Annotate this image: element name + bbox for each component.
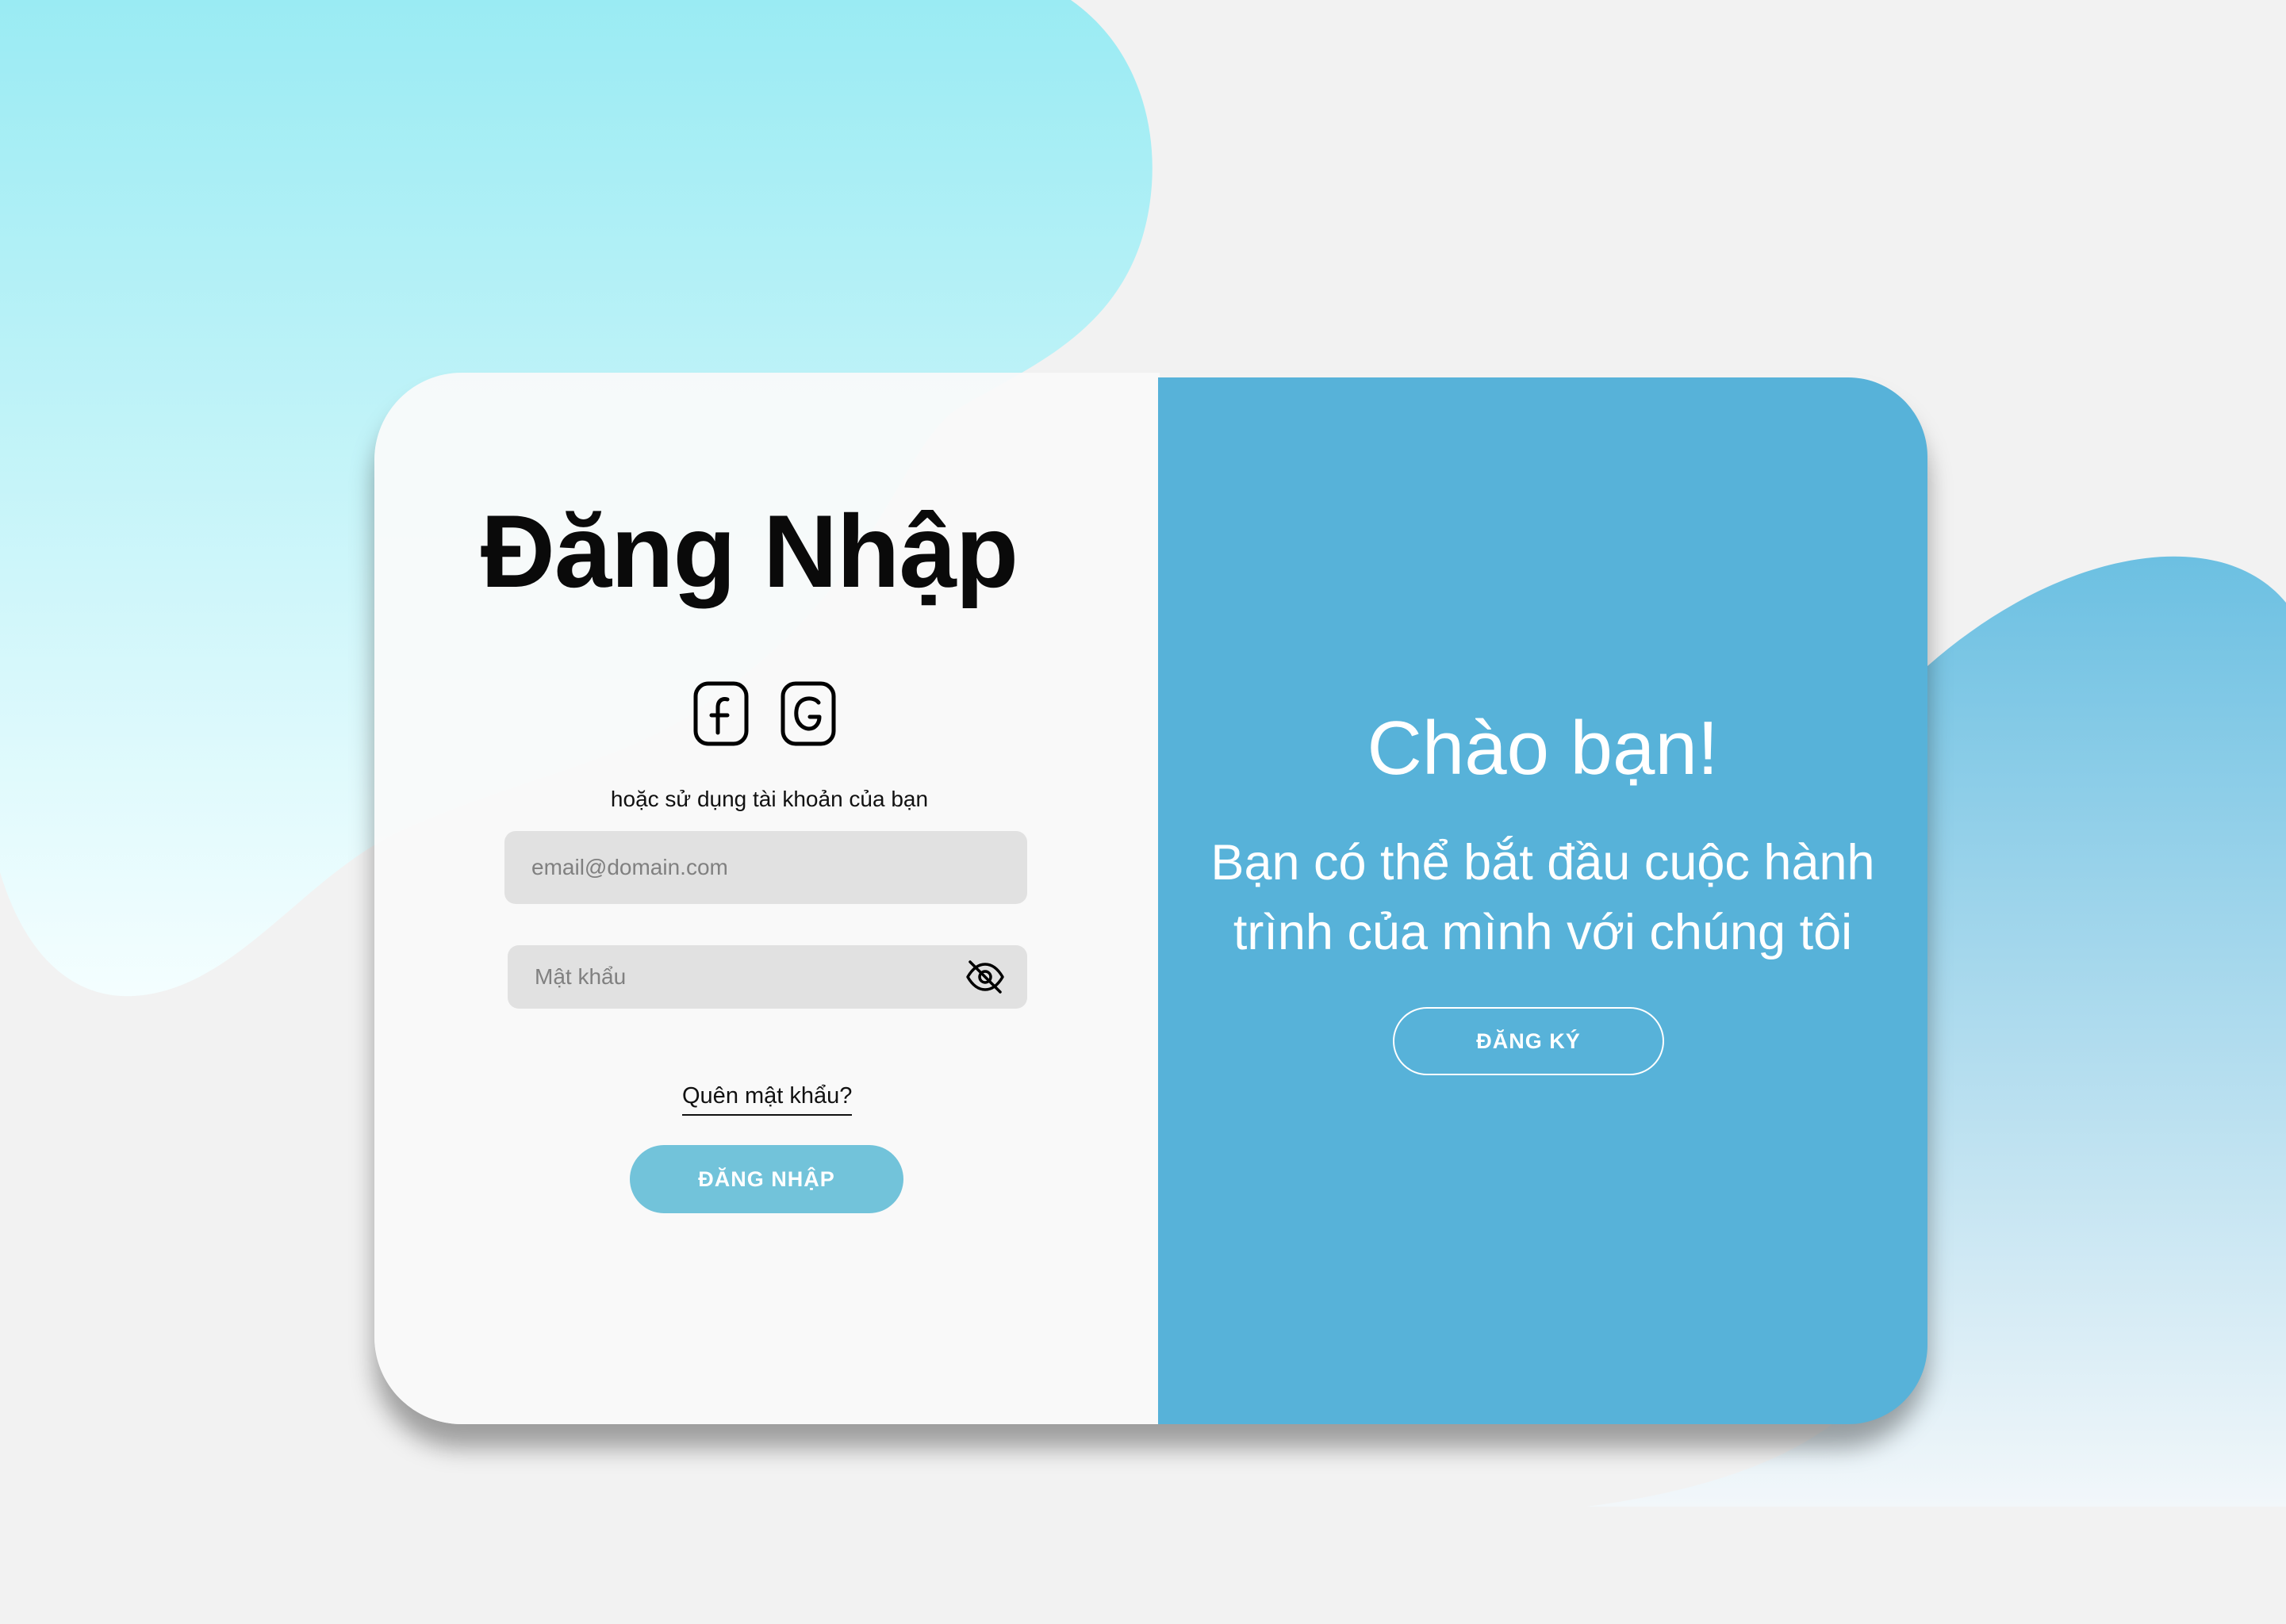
- forgot-password-link[interactable]: Quên mật khẩu?: [682, 1083, 853, 1116]
- email-field[interactable]: [504, 831, 1027, 904]
- register-button[interactable]: ĐĂNG KÝ: [1393, 1007, 1664, 1075]
- welcome-message-line-2: trình của mình với chúng tôi: [1233, 905, 1853, 960]
- welcome-message-line-1: Bạn có thể bắt đầu cuộc hành: [1210, 835, 1875, 891]
- google-icon: [781, 681, 836, 746]
- password-field[interactable]: [508, 945, 1027, 1009]
- eye-off-icon[interactable]: [965, 959, 1005, 994]
- login-title: Đăng Nhập: [480, 493, 1018, 609]
- facebook-login-button[interactable]: [692, 680, 750, 747]
- google-login-button[interactable]: [780, 680, 837, 747]
- login-button[interactable]: ĐĂNG NHẬP: [630, 1145, 903, 1213]
- password-field-container: [508, 945, 1027, 1009]
- welcome-message: Bạn có thể bắt đầu cuộc hành trình của m…: [1158, 828, 1927, 967]
- facebook-icon: [693, 681, 749, 746]
- alternative-login-text: hoặc sử dụng tài khoản của bạn: [610, 787, 929, 811]
- welcome-title: Chào bạn!: [1367, 706, 1719, 791]
- email-field-container: [504, 831, 1027, 904]
